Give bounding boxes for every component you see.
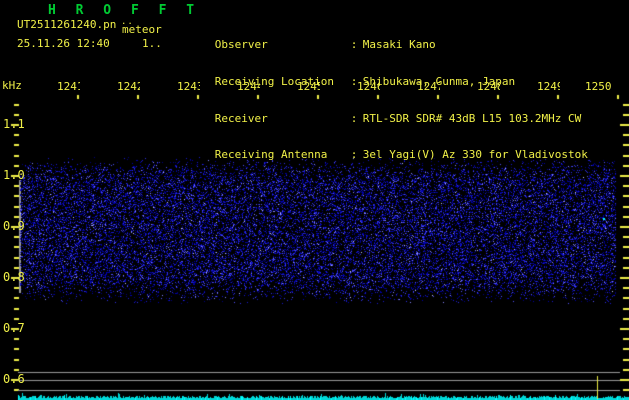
counter-label: 1..	[142, 37, 162, 50]
info-row-location: Receiving Location: Shibukawa, Gunma, Jap…	[175, 64, 629, 87]
freq-tick-label: 0.7	[3, 321, 25, 335]
info-separator: :	[350, 38, 358, 51]
time-tick-label: 1241	[57, 81, 80, 93]
time-tick-label: 1246	[357, 81, 380, 93]
info-label: Receiver	[214, 111, 268, 125]
time-tick-label: 1249	[537, 81, 560, 93]
info-separator: :	[350, 111, 358, 125]
datetime-label: 25.11.26 12:40	[17, 37, 110, 50]
info-label: Observer	[214, 38, 268, 51]
freq-tick-label: 0.8	[3, 270, 25, 284]
time-tick-label: 1250	[585, 81, 612, 93]
time-tick-label: 1243	[177, 81, 200, 93]
station-name: meteor	[122, 23, 162, 36]
freq-tick-label: 0.9	[3, 219, 25, 233]
info-row-antenna: Receiving Antenna:3el Yagi(V) Az 330 for…	[175, 137, 629, 161]
info-label: Receiving Location	[214, 74, 334, 88]
filename-label: UT2511261240.pn	[17, 18, 117, 31]
info-separator: :	[350, 148, 358, 162]
freq-tick-label: 0.6	[3, 372, 25, 386]
freq-unit-label: kHz	[2, 79, 22, 92]
time-tick-label: 1242	[117, 81, 140, 93]
info-row-receiver: Receiver: RTL-SDR SDR# 43dB L15 103.2MHz …	[175, 101, 629, 124]
time-tick-label: 1245	[297, 81, 320, 93]
info-label: Receiving Antenna	[214, 148, 328, 162]
info-value: 3el Yagi(V) Az 330 for Vladivostok	[362, 148, 588, 162]
info-value: Masaki Kano	[362, 38, 436, 51]
freq-tick-label: 1.0	[3, 168, 25, 182]
time-tick-label: 1247	[417, 81, 440, 93]
freq-tick-label: 1.1	[3, 117, 25, 131]
info-row-observer: Observer: Masaki Kano	[175, 27, 629, 51]
hrofft-screen: H R O F F T UT2511261240.pn .. meteor 25…	[0, 0, 629, 400]
time-tick-label: 1244	[237, 81, 260, 93]
info-value: RTL-SDR SDR# 43dB L15 103.2MHz CW	[362, 111, 582, 125]
time-tick-label: 1248	[477, 81, 500, 93]
